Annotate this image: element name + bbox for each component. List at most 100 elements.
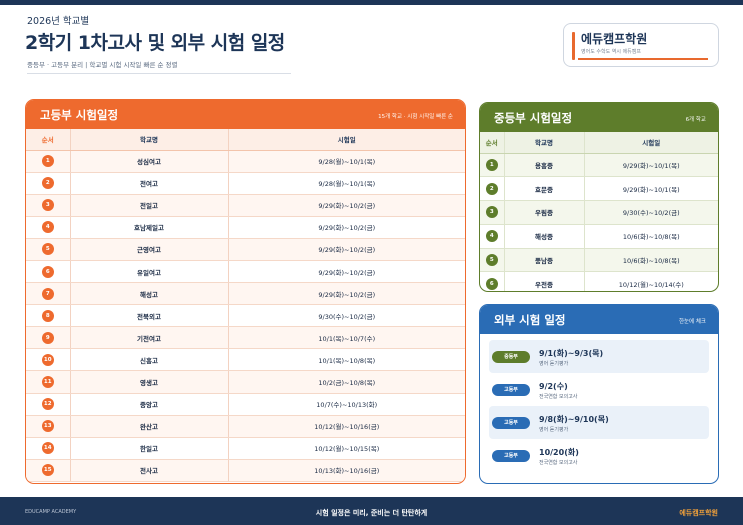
external-exam-date: 10/20(화) (539, 448, 579, 457)
exam-date-cell: 10/12(월)~10/14(수) (583, 271, 718, 291)
order-cell: 4 (480, 224, 504, 249)
order-cell: 7 (26, 282, 70, 306)
school-name-cell: 유일여고 (69, 260, 228, 284)
table-header-row: 순서 학교명 시험일 (26, 129, 465, 151)
school-name-cell: 전사고 (69, 459, 228, 482)
order-number-badge: 2 (41, 177, 54, 190)
exam-date-cell: 10/1(목)~10/7(수) (227, 326, 465, 350)
middle-school-table: 순서 학교명 시험일 1 용흥중 9/29(화)~10/1(목) 2 효문중 9/29(화… (480, 132, 718, 291)
external-exam-description: 전국연합 모의고사 (539, 460, 578, 466)
order-number-badge: 10 (41, 353, 54, 366)
level-badge: 중등부 (492, 351, 530, 363)
footer: EDUCAMP ACADEMY 시험 일정은 미리, 준비는 더 탄탄하게 에듀… (0, 497, 743, 525)
academy-logo-card: 에듀캠프학원 영어도 수학도 역시 에듀캠프 (563, 23, 719, 67)
order-number-badge: 2 (485, 182, 498, 195)
table-row: 15 전사고 10/13(화)~10/16(금) (26, 459, 465, 482)
logo-accent-bar (572, 32, 575, 60)
order-cell: 5 (480, 248, 504, 273)
level-badge: 고등부 (492, 417, 530, 429)
exam-date-cell: 10/13(화)~10/16(금) (227, 459, 465, 482)
order-number-badge: 5 (485, 254, 498, 267)
school-name-cell: 한일고 (69, 437, 228, 460)
middle-school-panel-note: 6개 학교 (685, 117, 706, 123)
order-cell: 13 (26, 415, 70, 438)
school-name-cell: 우림중 (503, 200, 584, 225)
table-row: 6 우전중 10/12(월)~10/14(수) (480, 271, 718, 291)
external-exam-item: 중등부 9/1(화)~9/3(목) 영어 듣기평가 (489, 340, 709, 373)
exam-date-cell: 10/6(화)~10/8(목) (583, 224, 718, 249)
high-school-panel-note: 15개 학교 · 시험 시작일 빠른 순 (378, 114, 453, 120)
order-cell: 1 (480, 153, 504, 178)
exam-date-cell: 10/6(화)~10/8(목) (583, 248, 718, 273)
column-header-school: 학교명 (503, 132, 584, 154)
external-exam-item: 고등부 9/2(수) 전국연합 모의고사 (489, 373, 709, 406)
column-header-school: 학교명 (69, 129, 228, 151)
table-row: 10 신흥고 10/1(목)~10/8(목) (26, 348, 465, 372)
order-number-badge: 4 (485, 230, 498, 243)
column-header-date: 시험일 (583, 132, 718, 154)
order-cell: 2 (26, 172, 70, 195)
school-name-cell: 용흥중 (503, 153, 584, 178)
table-row: 2 효문중 9/29(화)~10/1(목) (480, 176, 718, 202)
page-subtitle: 중등부 · 고등부 분리 | 학교별 시험 시작일 빠른 순 정렬 (27, 61, 178, 69)
high-school-table: 순서 학교명 시험일 1 성심여고 9/28(월)~10/1(목) 2 전여고 9/28(… (26, 129, 465, 482)
school-name-cell: 기전여고 (69, 326, 228, 350)
school-name-cell: 영생고 (69, 370, 228, 394)
table-row: 5 풍남중 10/6(화)~10/8(목) (480, 248, 718, 273)
table-row: 6 유일여고 9/29(화)~10/2(금) (26, 260, 465, 284)
external-exam-panel: 외부 시험 일정 한눈에 체크 중등부 9/1(화)~9/3(목) 영어 듣기평가 고… (479, 304, 719, 484)
exam-date-cell: 9/30(수)~10/2(금) (227, 304, 465, 328)
level-badge: 고등부 (492, 450, 530, 462)
external-exam-item: 고등부 9/8(화)~9/10(목) 영어 듣기평가 (489, 406, 709, 439)
external-exam-panel-title: 외부 시험 일정 (494, 313, 566, 327)
order-cell: 3 (480, 200, 504, 225)
logo-underline (578, 58, 708, 60)
order-number-badge: 9 (41, 331, 54, 344)
order-number-badge: 1 (485, 158, 498, 171)
order-cell: 6 (480, 271, 504, 291)
order-number-badge: 7 (41, 287, 54, 300)
school-name-cell: 전일고 (69, 194, 228, 217)
header-divider (27, 73, 291, 74)
school-name-cell: 우전중 (503, 271, 584, 291)
academy-tagline: 영어도 수학도 역시 에듀캠프 (581, 49, 641, 55)
external-exam-date: 9/8(화)~9/10(목) (539, 415, 609, 424)
exam-date-cell: 9/29(화)~10/1(목) (583, 153, 718, 178)
school-name-cell: 해성고 (69, 282, 228, 306)
order-cell: 15 (26, 459, 70, 482)
table-row: 13 완산고 10/12(월)~10/16(금) (26, 415, 465, 438)
school-name-cell: 전북외고 (69, 304, 228, 328)
order-cell: 3 (26, 194, 70, 217)
school-name-cell: 성심여고 (69, 150, 228, 173)
external-exam-panel-header: 외부 시험 일정 한눈에 체크 (480, 305, 718, 334)
table-row: 3 우림중 9/30(수)~10/2(금) (480, 200, 718, 225)
order-cell: 11 (26, 370, 70, 394)
exam-date-cell: 9/29(화)~10/2(금) (227, 194, 465, 217)
external-exam-date: 9/1(화)~9/3(목) (539, 349, 604, 358)
table-row: 1 성심여고 9/28(월)~10/1(목) (26, 150, 465, 173)
level-badge: 고등부 (492, 384, 530, 396)
exam-date-cell: 9/28(월)~10/1(목) (227, 172, 465, 195)
order-cell: 4 (26, 216, 70, 239)
school-name-cell: 전여고 (69, 172, 228, 195)
table-row: 2 전여고 9/28(월)~10/1(목) (26, 172, 465, 195)
school-name-cell: 해성중 (503, 224, 584, 249)
external-exam-item: 고등부 10/20(화) 전국연합 모의고사 (489, 439, 709, 472)
table-row: 8 전북외고 9/30(수)~10/2(금) (26, 304, 465, 328)
table-row: 7 해성고 9/29(화)~10/2(금) (26, 282, 465, 306)
high-school-schedule-panel: 고등부 시험일정 15개 학교 · 시험 시작일 빠른 순 순서 학교명 시험일… (25, 99, 466, 484)
school-name-cell: 효문중 (503, 176, 584, 202)
order-cell: 1 (26, 150, 70, 173)
middle-school-panel-title: 중등부 시험일정 (494, 111, 573, 125)
table-header-row: 순서 학교명 시험일 (480, 132, 718, 154)
order-cell: 2 (480, 176, 504, 202)
table-row: 11 영생고 10/2(금)~10/8(목) (26, 370, 465, 394)
order-number-badge: 14 (41, 442, 54, 455)
order-number-badge: 3 (485, 206, 498, 219)
table-row: 4 해성중 10/6(화)~10/8(목) (480, 224, 718, 249)
high-school-panel-header: 고등부 시험일정 15개 학교 · 시험 시작일 빠른 순 (26, 100, 465, 129)
school-name-cell: 완산고 (69, 415, 228, 438)
column-header-order: 순서 (480, 132, 504, 154)
exam-date-cell: 10/12(월)~10/15(목) (227, 437, 465, 460)
exam-date-cell: 10/1(목)~10/8(목) (227, 348, 465, 372)
